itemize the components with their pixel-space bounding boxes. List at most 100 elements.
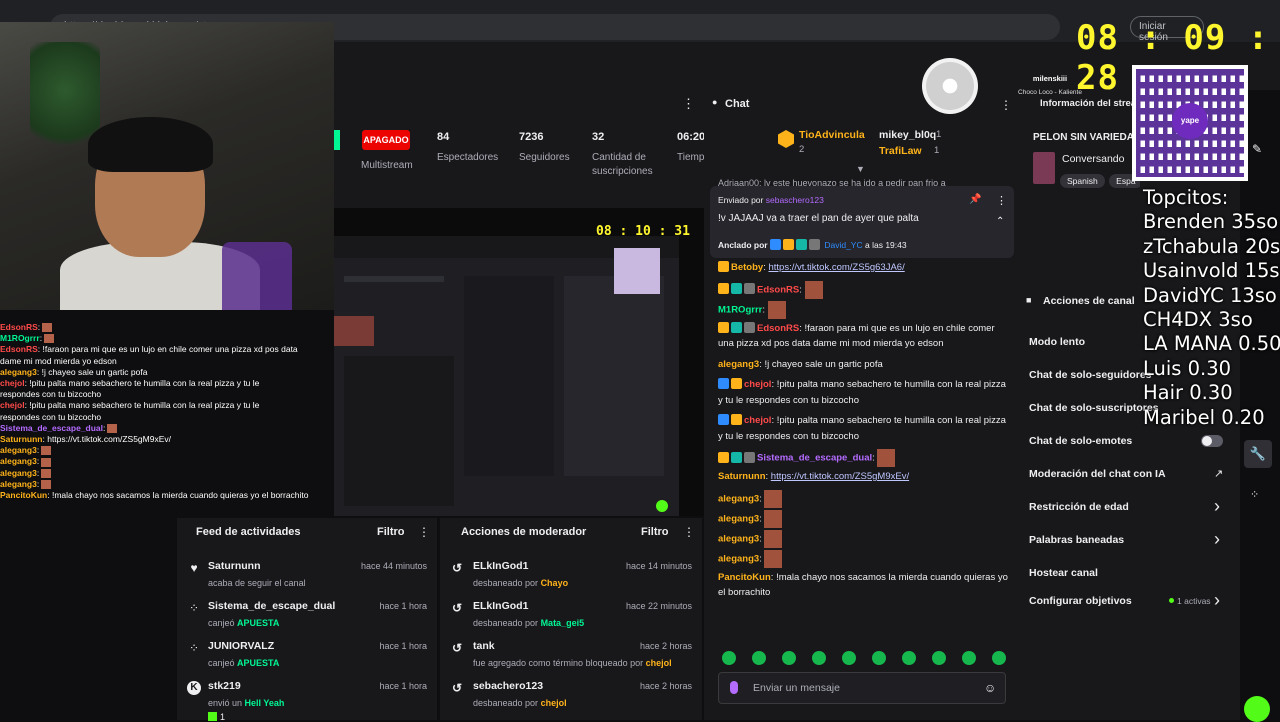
mod-target-user[interactable]: sebachero123 (473, 680, 543, 692)
chat-username[interactable]: PancitoKun (718, 572, 771, 583)
chat-message[interactable]: Sistema_de_escape_dual: (718, 449, 1008, 467)
mod-action-row[interactable]: ↺ ELkInGod1 desbaneado por Mata_gei5 hace 2… (440, 596, 702, 634)
bits-icon: ⁘ (188, 601, 200, 615)
emoji-picker-icon[interactable]: ☺ (984, 681, 996, 695)
chevron-right-icon[interactable]: › (1214, 496, 1220, 517)
edit-icon[interactable]: ✎ (1252, 142, 1262, 156)
chevron-up-icon[interactable]: ⌃ (996, 216, 1004, 227)
chat-message[interactable]: M1ROgrrr: (718, 300, 1008, 319)
chat-title: Chat (725, 98, 750, 110)
emote-icon (902, 651, 916, 665)
emote-quickbar[interactable] (722, 651, 1022, 670)
chat-username[interactable]: Sistema_de_escape_dual (757, 453, 872, 464)
activity-username[interactable]: JUNIORVALZ (208, 640, 274, 652)
mod-target-user[interactable]: tank (473, 640, 495, 652)
chat-username[interactable]: M1ROgrrr (718, 304, 762, 315)
chat-username[interactable]: alegang3 (718, 553, 759, 564)
mod-target-user[interactable]: ELkInGod1 (473, 600, 528, 612)
activity-time: hace 1 hora (379, 641, 427, 651)
chat-message[interactable]: Betoby: https://vt.tiktok.com/ZS5g63JA6/ (718, 260, 1008, 276)
chat-username[interactable]: chejol (744, 379, 771, 390)
webcam-feed (0, 22, 334, 310)
activity-row[interactable]: ⁘ Sistema_de_escape_dual canjeó APUESTA hac… (177, 596, 437, 634)
chat-username[interactable]: EdsonRS (757, 284, 799, 295)
activity-username[interactable]: Sistema_de_escape_dual (208, 600, 335, 612)
leaderboard-first-name: TioAdvincula (799, 129, 865, 141)
chat-message[interactable]: alegang3: (718, 549, 1008, 568)
channel-action-row[interactable]: Palabras baneadas › (1029, 529, 1233, 551)
goals-active-count: 1 activas (1169, 596, 1211, 606)
more-options-icon[interactable]: ⋮ (1000, 98, 1012, 112)
more-options-icon[interactable]: ⋮ (418, 525, 430, 539)
emote-icon (41, 446, 52, 456)
overlay-chat-text: respondes con tu bizcocho (0, 411, 102, 422)
activity-username[interactable]: Saturnunn (208, 560, 261, 572)
chat-message[interactable]: EdsonRS: !faraon para mi que es un lujo … (718, 321, 1008, 352)
emote-icon (962, 651, 976, 665)
mod-action-row[interactable]: ↺ sebachero123 desbaneado por chejol hace 2… (440, 676, 702, 714)
channel-action-row[interactable]: Moderación del chat con IA ↗ (1029, 465, 1233, 485)
chat-username[interactable]: Betoby (731, 262, 763, 273)
chat-username[interactable]: EdsonRS (757, 323, 799, 334)
channel-action-row[interactable]: Configurar objetivos › 1 activas (1029, 590, 1233, 612)
chat-message[interactable]: EdsonRS: (718, 280, 1008, 299)
nodes-icon[interactable]: ⁘ (1250, 488, 1259, 501)
external-link-icon[interactable]: ↗ (1214, 467, 1223, 480)
activity-row[interactable]: Kstk219 envió un Hell Yeah hace 1 hora 1 (177, 676, 437, 722)
channel-action-row[interactable]: Chat de solo-emotes (1029, 432, 1233, 452)
overlay-chat-text: : !pitu palta mano sebachero te humilla … (24, 400, 260, 411)
yape-logo: yape (1172, 103, 1208, 139)
chat-link[interactable]: https://vt.tiktok.com/ZS5gM9xEv/ (771, 471, 909, 482)
more-options-icon[interactable]: ⋮ (996, 194, 1007, 207)
mod-action-row[interactable]: ↺ tank fue agregado como término bloqueado… (440, 636, 702, 674)
undo-icon: ↺ (451, 641, 463, 655)
chat-message[interactable]: alegang3: (718, 489, 1008, 508)
help-icon[interactable] (1244, 696, 1270, 722)
activity-username[interactable]: stk219 (208, 680, 241, 692)
channel-action-row[interactable]: Restricción de edad › (1029, 496, 1233, 518)
pinned-by-line: Anclado por David_YC a las 19:43 (718, 239, 907, 250)
chat-username[interactable]: Saturnunn (718, 471, 766, 482)
chat-message[interactable]: alegang3: (718, 509, 1008, 528)
chevron-down-icon[interactable]: ▼ (856, 164, 865, 174)
stream-tags: Spanish Espa (1060, 171, 1140, 189)
more-options-icon[interactable]: ⋮ (683, 525, 695, 539)
overlay-chat-user: chejol (0, 400, 25, 411)
chat-link[interactable]: https://vt.tiktok.com/ZS5g63JA6/ (768, 262, 904, 273)
tag-spanish[interactable]: Spanish (1060, 174, 1105, 188)
mod-action-row[interactable]: ↺ ELkInGod1 desbaneado por Chayo hace 14 mi… (440, 556, 702, 594)
stream-preview[interactable]: 08 : 10 : 31 (334, 208, 704, 516)
chat-message[interactable]: chejol: !pitu palta mano sebachero te hu… (718, 413, 1008, 444)
chat-username[interactable]: alegang3 (718, 359, 759, 370)
grey-badge-icon (744, 283, 755, 295)
more-options-icon[interactable]: ⋮ (682, 96, 695, 112)
pinned-message[interactable]: Enviado por sebaschero123 📌 ⋮ !v JAJAAJ … (710, 186, 1014, 258)
mod-filter-button[interactable]: Filtro (641, 526, 669, 538)
chat-message[interactable]: alegang3: (718, 529, 1008, 548)
chat-username[interactable]: chejol (744, 415, 771, 426)
toggle-switch[interactable] (1201, 435, 1223, 447)
stat-followers: 7236 Seguidores (519, 131, 570, 163)
activity-filter-button[interactable]: Filtro (377, 526, 405, 538)
chat-message[interactable]: chejol: !pitu palta mano sebachero te hu… (718, 377, 1008, 408)
chevron-right-icon[interactable]: › (1214, 529, 1220, 550)
mod-target-user[interactable]: ELkInGod1 (473, 560, 528, 572)
emote-icon (41, 457, 52, 467)
activity-row[interactable]: ⁘ JUNIORVALZ canjeó APUESTA hace 1 hora (177, 636, 437, 674)
overlay-chat-user: alegang3 (0, 478, 37, 489)
wrench-icon[interactable]: 🔧 (1244, 440, 1272, 468)
chat-input[interactable]: Enviar un mensaje (718, 672, 1006, 704)
chat-message[interactable]: Saturnunn: https://vt.tiktok.com/ZS5gM9x… (718, 469, 1008, 485)
pin-icon[interactable]: 📌 (969, 194, 981, 205)
chat-input-badge-icon (730, 681, 738, 694)
chat-username[interactable]: alegang3 (718, 493, 759, 504)
channel-action-row[interactable]: Hostear canal (1029, 564, 1233, 584)
activity-row[interactable]: ♥ Saturnunn acaba de seguir el canal hace 4… (177, 556, 437, 594)
chat-username[interactable]: alegang3 (718, 533, 759, 544)
chevron-right-icon[interactable]: › (1214, 590, 1220, 611)
category-name[interactable]: Conversando (1062, 153, 1124, 165)
chat-message[interactable]: alegang3: !j chayeo sale un gartic pofa (718, 357, 1008, 373)
chat-message[interactable]: PancitoKun: !mala chayo nos sacamos la m… (718, 570, 1008, 601)
overlay-chat-user: M1ROgrrr (0, 333, 40, 344)
chat-username[interactable]: alegang3 (718, 513, 759, 524)
